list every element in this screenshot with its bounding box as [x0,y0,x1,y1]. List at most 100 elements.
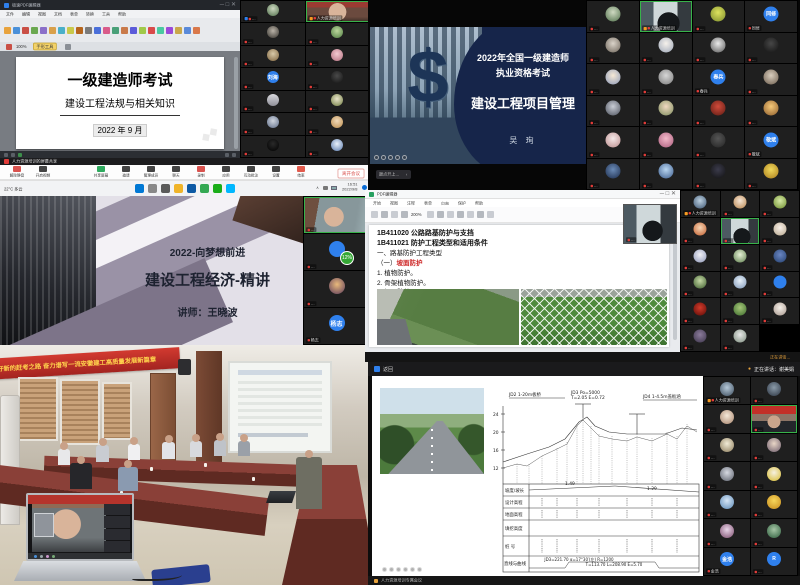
participant-tile[interactable]: 春兵春兵 [693,64,745,95]
participant-tile[interactable]: … [640,64,692,95]
toolbar-icon[interactable] [76,27,83,34]
meeting-toolbar-10[interactable]: 设置 [263,166,289,179]
participant-tile[interactable]: … [304,234,369,270]
menu-item[interactable]: 表单 [424,200,432,206]
meeting-toolbar-1[interactable]: 解除静音 [4,166,30,179]
participant-tile[interactable]: … [640,159,692,190]
meeting-toolbar-6[interactable]: 聊天 [163,166,189,179]
volume-icon[interactable] [323,186,328,190]
taskbar-app-icon[interactable] [174,184,183,193]
hand-tool-button[interactable]: 手形工具 [33,43,57,51]
zoom-level[interactable]: 100% [16,44,26,49]
toolbar-icon[interactable] [67,27,74,34]
toolbar-icon[interactable] [166,27,173,34]
toolbar-icon[interactable] [103,27,110,34]
participant-tile[interactable]: … [745,159,797,190]
toolbar-icon[interactable] [49,27,56,34]
menu-item[interactable]: 注释 [407,200,415,206]
meeting-toolbar-4[interactable]: 邀请 [113,166,139,179]
participant-tile[interactable]: … [745,96,797,127]
presenter-floating-video[interactable]: … [623,204,677,244]
menu-item[interactable]: 帮助 [118,11,126,17]
participant-tile[interactable]: … [241,46,305,67]
toolbar-icon[interactable] [175,27,182,34]
toolbar-icon[interactable] [148,27,155,34]
toolbar-icon[interactable] [157,27,164,34]
participant-video-tile[interactable]: … [304,197,369,233]
participant-video-tile[interactable]: … [721,218,760,244]
menu-item[interactable]: 转换 [86,11,94,17]
participant-tile[interactable]: … [704,519,750,546]
participant-tile[interactable]: … [704,462,750,489]
participant-tile[interactable]: … [704,491,750,518]
taskbar-app-icon[interactable] [200,184,209,193]
participant-tile[interactable]: … [721,272,760,298]
annotation-toolbar[interactable] [374,155,407,160]
participant-tile[interactable]: … [640,127,692,158]
participant-tile[interactable]: … [306,68,370,89]
participant-tile[interactable]: … [704,405,750,432]
participant-tile[interactable]: … [241,136,305,157]
participant-tile[interactable]: 敬斌敬斌 [745,127,797,158]
participant-tile[interactable]: … [306,113,370,134]
toolbar-icon[interactable] [121,27,128,34]
participant-tile[interactable]: … [306,46,370,67]
participant-tile[interactable]: … [760,191,799,217]
participant-tile[interactable]: … [693,127,745,158]
participant-tile[interactable]: … [693,1,745,32]
participant-tile[interactable]: … [587,159,639,190]
back-icon[interactable] [374,366,380,372]
participant-tile[interactable]: … [681,298,720,324]
participant-tile[interactable]: … [745,64,797,95]
participant-tile[interactable]: … [721,191,760,217]
participant-tile[interactable]: … [760,245,799,271]
taskbar-app-icon[interactable] [148,184,157,193]
tray-caret-icon[interactable]: ∧ [316,185,319,190]
video-controls[interactable] [28,553,132,559]
toolbar-icon[interactable] [13,27,20,34]
meeting-toolbar-7[interactable]: 录制 [188,166,214,179]
participant-tile[interactable]: … [306,91,370,112]
participant-tile[interactable]: … [587,64,639,95]
system-tray[interactable]: ∧ 16:512022/9/8 [316,182,367,194]
participant-tile[interactable]: … [681,272,720,298]
toolbar-icon[interactable] [184,27,191,34]
participant-tile[interactable]: … [241,23,305,44]
meeting-toolbar-2[interactable]: 开启视频 [30,166,56,179]
participant-tile[interactable]: … [587,96,639,127]
participant-tile[interactable]: … [751,519,797,546]
participant-tile[interactable]: … [760,218,799,244]
menu-item[interactable]: 帮助 [475,200,483,206]
participant-tile[interactable]: … [721,298,760,324]
menu-item[interactable]: 文档 [54,11,62,17]
toolbar-icon[interactable] [58,27,65,34]
participant-tile[interactable]: … [693,96,745,127]
participant-tile[interactable]: 人力资源培训 [681,191,720,217]
participant-tile[interactable]: … [751,434,797,461]
participant-tile[interactable]: 同修同修 [745,1,797,32]
participant-tile[interactable]: … [640,96,692,127]
taskbar-weather[interactable]: 22°C 多云 [4,187,23,193]
meeting-toolbar-9[interactable]: 互动批注 [238,166,264,179]
participant-tile[interactable]: 刘海… [241,68,305,89]
taskbar-clock[interactable]: 16:512022/9/8 [341,183,357,192]
leave-meeting-button[interactable]: 离开会议 [337,169,364,179]
meeting-toolbar-5[interactable]: 管理成员 [138,166,164,179]
participant-tile[interactable]: … [704,434,750,461]
participant-tile[interactable]: … [745,33,797,64]
meeting-toolbar-11[interactable]: 结束 [288,166,314,179]
window-controls[interactable]: ─ □ ✕ [220,2,236,8]
menu-item[interactable]: 视图 [390,200,398,206]
pdf-scrollbar[interactable] [234,57,238,149]
participant-video-tile[interactable]: … [751,405,797,432]
menu-item[interactable]: 开始 [373,200,381,206]
pdf-toolbar[interactable] [0,18,240,42]
toolbar-icon[interactable] [4,27,11,34]
toolbar-icon[interactable] [40,27,47,34]
highlight-icon[interactable] [6,44,12,50]
toolbar-icon[interactable] [139,27,146,34]
participant-tile[interactable]: … [587,33,639,64]
pdf-sub-toolbar[interactable]: 100% 手形工具 [0,42,240,51]
participant-tile[interactable]: 杨志杨志 [304,308,369,344]
participant-tile[interactable]: … [751,377,797,404]
